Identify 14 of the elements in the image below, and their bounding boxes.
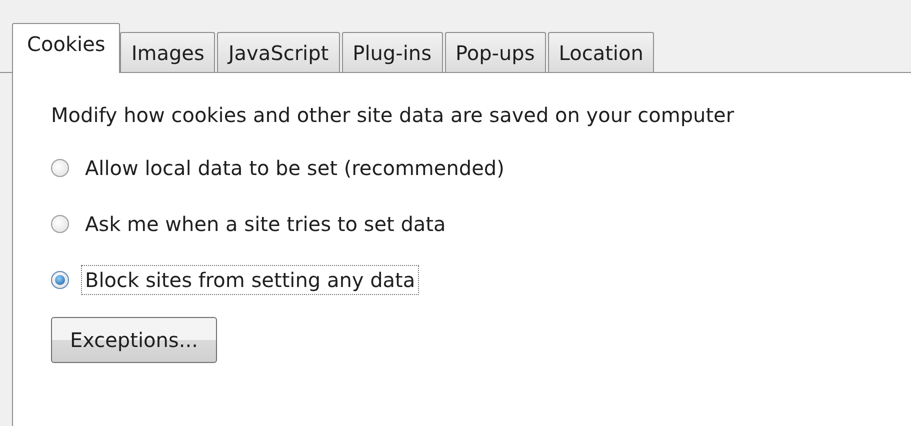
radio-button[interactable]	[51, 215, 69, 233]
tab[interactable]: Location	[548, 32, 654, 72]
radio-label[interactable]: Ask me when a site tries to set data	[81, 209, 450, 239]
radio-label[interactable]: Allow local data to be set (recommended)	[81, 153, 508, 183]
tab[interactable]: Images	[120, 32, 216, 72]
tab[interactable]: Pop-ups	[444, 32, 546, 72]
exceptions-button[interactable]: Exceptions...	[51, 317, 217, 363]
radio-button[interactable]	[51, 159, 69, 177]
radio-button[interactable]	[51, 271, 69, 289]
description-text: Modify how cookies and other site data are saved on your computer	[51, 103, 734, 127]
tab[interactable]: Plug-ins	[342, 32, 442, 72]
tab[interactable]: Cookies	[12, 23, 120, 73]
radio-label[interactable]: Block sites from setting any data	[81, 265, 420, 295]
tab[interactable]: JavaScript	[217, 32, 340, 72]
